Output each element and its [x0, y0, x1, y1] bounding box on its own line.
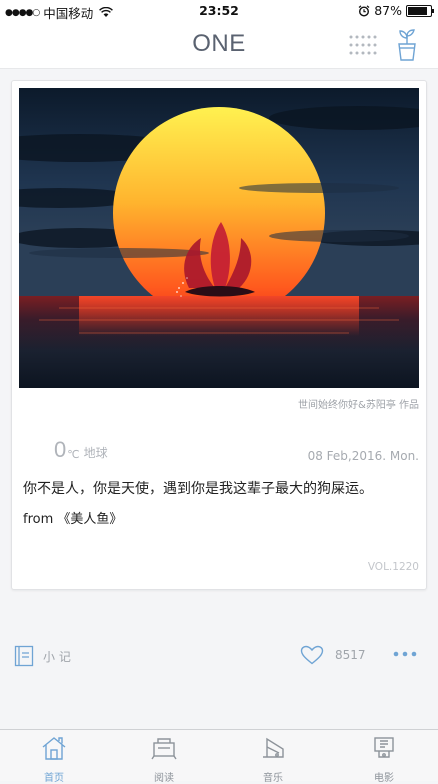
note-button[interactable]: 小 记	[14, 645, 71, 667]
music-icon	[263, 737, 284, 758]
action-row: 小 记 8517	[0, 640, 438, 672]
quote-source: from 《美人鱼》	[23, 512, 123, 527]
weather-info: 0 ℃ 地球	[54, 437, 108, 462]
date-label: 08 Feb,2016. Mon.	[307, 449, 419, 463]
plant-icon[interactable]	[394, 28, 420, 62]
tab-music-label: 音乐	[263, 773, 283, 784]
book-icon	[151, 738, 177, 760]
temperature-unit: ℃	[67, 448, 80, 461]
like-button[interactable]: 8517	[300, 645, 366, 665]
daily-card: 世间始终你好&苏阳亭 作品 0 ℃ 地球 08 Feb,2016. Mon. 你…	[11, 80, 427, 590]
tab-home-label: 首页	[44, 773, 64, 784]
location-label: 地球	[83, 446, 108, 460]
heart-icon	[300, 645, 324, 665]
quote-text: 你不是人，你是天使，遇到你是我这辈子最大的狗屎运。	[23, 481, 373, 497]
alarm-icon	[358, 4, 370, 17]
volume-label: VOL.1220	[367, 561, 419, 573]
battery-fill	[408, 6, 428, 15]
tab-reading-label: 阅读	[154, 773, 174, 784]
grid-icon[interactable]	[348, 34, 378, 56]
home-icon	[42, 737, 66, 760]
like-count: 8517	[335, 648, 366, 662]
battery-percent: 87%	[374, 3, 402, 18]
movie-icon	[374, 737, 394, 758]
battery-icon	[406, 4, 434, 17]
temperature-value: 0	[54, 437, 67, 462]
tab-home[interactable]: 首页	[24, 735, 84, 784]
tab-movie[interactable]: 电影	[354, 735, 414, 784]
status-right: 87%	[358, 3, 434, 18]
nav-bar: ONE	[0, 22, 438, 69]
tab-bar: 首页 阅读 音乐 电影	[0, 729, 438, 784]
tab-music[interactable]: 音乐	[243, 735, 303, 784]
status-bar: ●●●●○ 中国移动 23:52 87%	[0, 0, 438, 22]
tab-movie-label: 电影	[374, 773, 394, 784]
photo-credit: 世间始终你好&苏阳亭 作品	[298, 400, 419, 411]
note-label: 小 记	[43, 649, 71, 664]
more-icon[interactable]	[392, 646, 418, 662]
sunset-photo[interactable]	[19, 88, 419, 388]
note-icon	[14, 645, 34, 667]
tab-reading[interactable]: 阅读	[134, 735, 194, 784]
